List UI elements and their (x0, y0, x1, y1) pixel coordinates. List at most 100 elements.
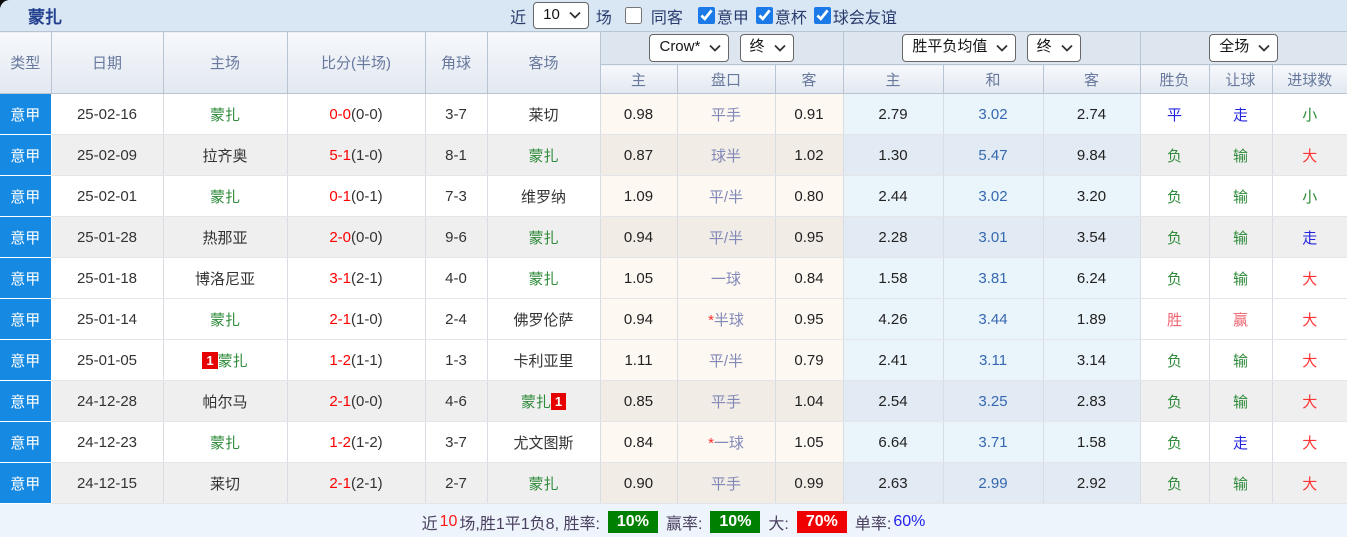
home-team-cell: 1 蒙扎 (163, 339, 288, 381)
odds-away-cell: 1.04 (775, 380, 844, 422)
mean-away-cell: 1.89 (1043, 298, 1141, 340)
mean-away-cell: 2.83 (1043, 380, 1141, 422)
date-label: 25-02-01 (76, 187, 138, 205)
mean-draw-cell: 2.99 (943, 462, 1044, 504)
outcome-cell: 负 (1140, 216, 1210, 258)
score-cell: 2-0(0-0) (287, 216, 426, 258)
corners-label: 3-7 (445, 433, 467, 451)
corners-cell: 9-6 (425, 216, 488, 258)
summary-record: 场,胜1平1负8, 胜率: (459, 515, 600, 533)
mean-draw-value: 3.11 (978, 351, 1008, 369)
mean-type-select[interactable]: 胜平负均值 (902, 34, 1017, 62)
table-row: 意甲 25-02-16 蒙扎 0-0(0-0) 3-7 莱切 0.98 平手 0… (0, 93, 1347, 135)
score-fulltime: 5-1 (329, 146, 351, 164)
sub-header-outcome: 胜负 (1140, 64, 1210, 94)
handicap-result-label: 输 (1232, 393, 1248, 411)
odds-home-cell: 0.85 (600, 380, 678, 422)
away-team-name: 莱切 (528, 106, 559, 124)
outcome-cell: 负 (1140, 134, 1210, 176)
serie-a-checkbox[interactable] (697, 7, 715, 24)
goals-label: 小 (1302, 188, 1318, 206)
score-fulltime: 1-2 (329, 433, 351, 451)
score-fulltime: 2-1 (329, 310, 351, 328)
sub-header-handicap: 盘口 (677, 64, 776, 94)
odds-home-cell: 0.98 (600, 93, 678, 135)
goals-label: 大 (1302, 393, 1318, 411)
same-away-checkbox[interactable] (624, 7, 642, 24)
mean-home-cell: 4.26 (843, 298, 944, 340)
handicap-result-label: 输 (1232, 147, 1248, 165)
league-label: 意甲 (10, 188, 41, 206)
mean-away-cell: 1.58 (1043, 421, 1141, 463)
league-label: 意甲 (10, 475, 41, 493)
league-label: 意甲 (10, 352, 41, 370)
away-team-name: 尤文图斯 (513, 434, 574, 452)
mean-time-select[interactable]: 终 (1026, 34, 1081, 62)
coppa-italia-checkbox[interactable] (755, 7, 773, 24)
home-team-name: 拉齐奥 (202, 147, 248, 165)
mean-home-value: 2.54 (878, 392, 908, 410)
mean-draw-value: 3.25 (978, 392, 1008, 410)
away-team-cell: 尤文图斯 (487, 421, 601, 463)
goals-cell: 大 (1272, 257, 1347, 299)
mean-draw-cell: 3.11 (943, 339, 1044, 381)
score-cell: 5-1(1-0) (287, 134, 426, 176)
mean-home-cell: 2.79 (843, 93, 944, 135)
away-team-cell: 佛罗伦萨 (487, 298, 601, 340)
league-label: 意甲 (10, 229, 41, 247)
outcome-label: 负 (1166, 352, 1182, 370)
scope-select[interactable]: 全场 (1209, 34, 1279, 62)
goals-cell: 大 (1272, 380, 1347, 422)
odds-home-cell: 0.87 (600, 134, 678, 176)
odds-away-value: 0.79 (794, 351, 824, 369)
league-cell: 意甲 (0, 216, 52, 258)
mean-draw-value: 3.01 (978, 228, 1008, 246)
handicap-label: 球半 (710, 147, 741, 165)
odds-time-select[interactable]: 终 (739, 34, 794, 62)
date-label: 24-12-23 (76, 433, 138, 451)
away-team-cell: 维罗纳 (487, 175, 601, 217)
corners-label: 4-6 (445, 392, 467, 410)
away-team-cell: 卡利亚里 (487, 339, 601, 381)
odds-home-cell: 1.05 (600, 257, 678, 299)
mean-away-cell: 2.74 (1043, 93, 1141, 135)
outcome-label: 负 (1166, 393, 1182, 411)
club-friendly-checkbox[interactable] (813, 7, 831, 24)
chevron-down-icon (1060, 44, 1073, 52)
filter-controls: 近 10 场 同客 意甲 意杯 球会友谊 (510, 1, 897, 30)
table-row: 意甲 25-02-09 拉齐奥 5-1(1-0) 8-1 蒙扎 0.87 球半 … (0, 134, 1347, 176)
league-cell: 意甲 (0, 134, 52, 176)
home-team-cell: 热那亚 (163, 216, 288, 258)
outcome-cell: 负 (1140, 380, 1210, 422)
mean-away-value: 3.14 (1076, 351, 1107, 369)
goals-cell: 小 (1272, 175, 1347, 217)
score-cell: 1-2(1-2) (287, 421, 426, 463)
odds-away-value: 1.05 (794, 433, 824, 451)
score-cell: 1-2(1-1) (287, 339, 426, 381)
mean-group-header: 胜平负均值 终 (843, 31, 1141, 65)
team-matches-panel: 蒙扎 近 10 场 同客 意甲 意杯 球会友谊 类型 日期 主场 比分(半场) … (0, 0, 1347, 537)
odds-away-cell: 1.05 (775, 421, 844, 463)
date-cell: 25-01-05 (51, 339, 164, 381)
summary-footer: 近 10 场,胜1平1负8, 胜率: 10% 赢率: 10% 大: 70% 单率: 6… (0, 504, 1347, 537)
mean-draw-cell: 3.02 (943, 175, 1044, 217)
odds-company-select[interactable]: Crow* (649, 34, 730, 62)
handicap-cell: 平/半 (677, 339, 776, 381)
odds-away-cell: 0.91 (775, 93, 844, 135)
odds-home-cell: 1.11 (600, 339, 678, 381)
goals-label: 大 (1302, 475, 1318, 493)
league-cell: 意甲 (0, 380, 52, 422)
score-fulltime: 0-0 (329, 105, 351, 123)
mean-draw-cell: 5.47 (943, 134, 1044, 176)
match-count-select[interactable]: 10 (533, 1, 589, 30)
mean-draw-cell: 3.81 (943, 257, 1044, 299)
mean-draw-value: 2.99 (978, 474, 1008, 492)
outcome-label: 负 (1166, 188, 1182, 206)
mean-draw-value: 3.02 (978, 105, 1008, 123)
away-team-name: 蒙扎 (520, 393, 551, 411)
outcome-cell: 负 (1140, 421, 1210, 463)
scope-group-header: 全场 (1140, 31, 1347, 65)
odds-away-value: 0.95 (794, 310, 824, 328)
home-team-name: 蒙扎 (209, 188, 240, 206)
mean-away-cell: 3.20 (1043, 175, 1141, 217)
